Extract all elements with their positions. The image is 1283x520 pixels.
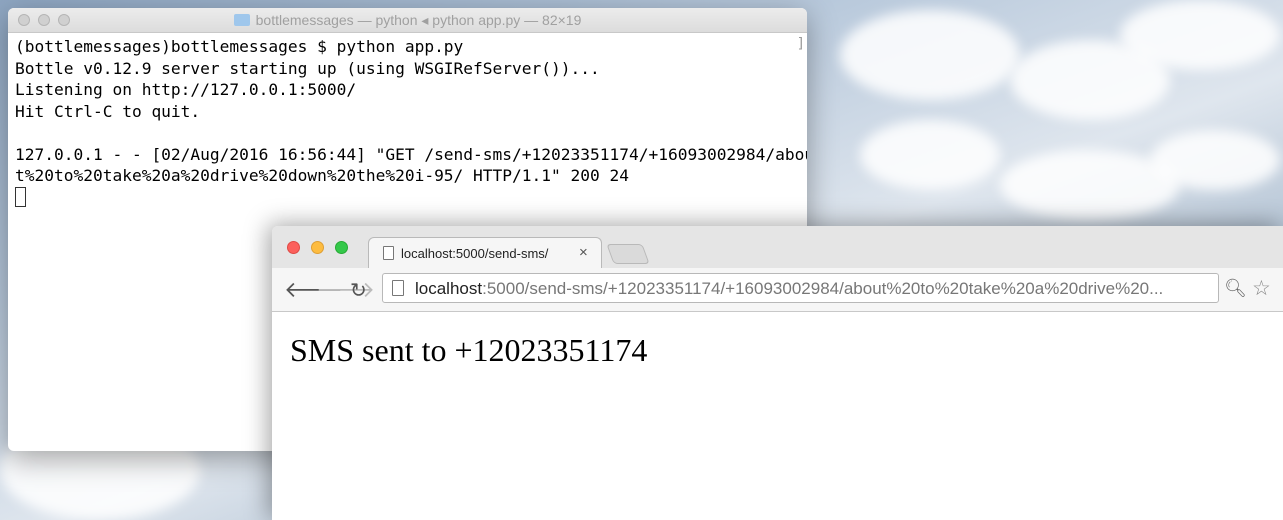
star-icon[interactable]: ☆ <box>1252 276 1271 301</box>
folder-icon <box>233 14 250 26</box>
page-content: SMS sent to +12023351174 <box>272 312 1283 369</box>
scroll-marker: ] <box>796 36 805 52</box>
tab-active[interactable]: localhost:5000/send-sms/ × <box>368 237 602 268</box>
terminal-title: bottlemessages — python ◂ python app.py … <box>8 12 807 29</box>
page-message: SMS sent to +12023351174 <box>290 332 648 368</box>
reload-icon[interactable]: ↻ <box>350 278 367 303</box>
url-path: :5000/send-sms/+12023351174/+16093002984… <box>482 279 1164 298</box>
terminal-line: (bottlemessages)bottlemessages $ python … <box>15 37 464 56</box>
zoom-icon[interactable]: 🔍︎ <box>1224 278 1247 299</box>
terminal-line: 127.0.0.1 - - [02/Aug/2016 16:56:44] "GE… <box>15 144 807 164</box>
url-host: localhost <box>415 279 483 298</box>
browser-zoom-button[interactable] <box>335 241 348 254</box>
terminal-titlebar[interactable]: bottlemessages — python ◂ python app.py … <box>8 8 807 33</box>
browser-toolbar: 🡐 🡒 ↻ localhost:5000/send-sms/+120233511… <box>272 268 1283 312</box>
terminal-line: t%20to%20take%20a%20drive%20down%20the%2… <box>15 166 629 185</box>
terminal-cursor <box>15 186 26 207</box>
page-info-icon[interactable] <box>392 280 404 296</box>
tab-close-icon[interactable]: × <box>579 244 588 261</box>
tab-title: localhost:5000/send-sms/ <box>401 246 549 261</box>
page-icon <box>383 246 394 260</box>
new-tab-button[interactable] <box>606 244 650 264</box>
terminal-title-text: bottlemessages — python ◂ python app.py … <box>255 12 582 28</box>
url-text[interactable]: localhost:5000/send-sms/+12023351174/+16… <box>415 279 1185 299</box>
browser-minimize-button[interactable] <box>311 241 324 254</box>
terminal-line: Bottle v0.12.9 server starting up (using… <box>15 58 600 78</box>
tab-bar: localhost:5000/send-sms/ × <box>272 226 1283 268</box>
terminal-output[interactable]: (bottlemessages)bottlemessages $ python … <box>8 33 807 211</box>
terminal-line: Hit Ctrl-C to quit. <box>15 101 201 121</box>
address-bar[interactable]: localhost:5000/send-sms/+12023351174/+16… <box>382 273 1219 303</box>
browser-close-button[interactable] <box>287 241 300 254</box>
terminal-line: Listening on http://127.0.0.1:5000/ <box>15 80 357 99</box>
browser-window[interactable]: localhost:5000/send-sms/ × 🡐 🡒 ↻ localho… <box>272 226 1283 520</box>
